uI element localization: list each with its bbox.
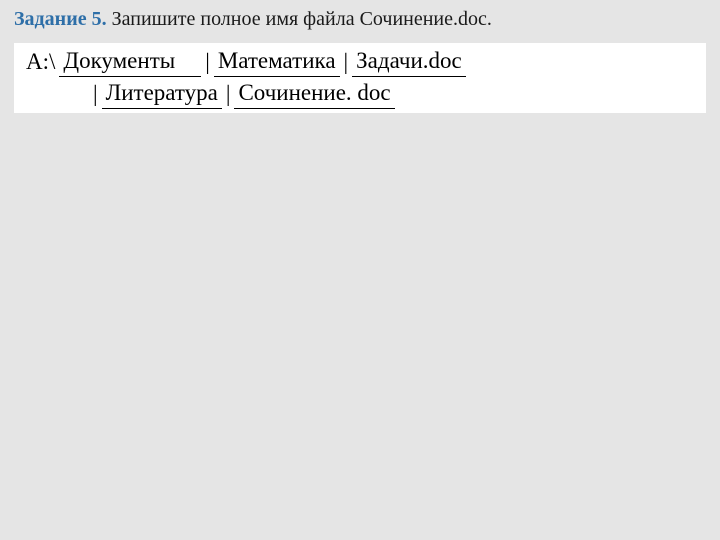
tree-row-2: | Литература | Сочинение. doc [22, 77, 698, 109]
drive-root: A:\ [22, 46, 59, 77]
task-description: Запишите полное имя файла Сочинение.doc. [107, 8, 492, 30]
task-header: Задание 5. Запишите полное имя файла Соч… [0, 0, 720, 37]
tree-separator: | [222, 78, 235, 109]
folder-math: Математика [214, 45, 340, 77]
tree-row-1: A:\ Документы | Математика | Задачи.doc [22, 45, 698, 77]
folder-literature: Литература [102, 77, 222, 109]
task-number: Задание 5. [14, 8, 107, 30]
file-sochinenie: Сочинение. doc [234, 77, 394, 109]
folder-documents: Документы [59, 45, 179, 77]
tree-separator: | [340, 46, 353, 77]
tree-separator: | [89, 78, 102, 109]
underline-gap [179, 52, 201, 77]
file-tree-diagram: A:\ Документы | Математика | Задачи.doc … [14, 43, 706, 113]
tree-separator: | [201, 46, 214, 77]
file-zadachi: Задачи.doc [352, 45, 466, 77]
